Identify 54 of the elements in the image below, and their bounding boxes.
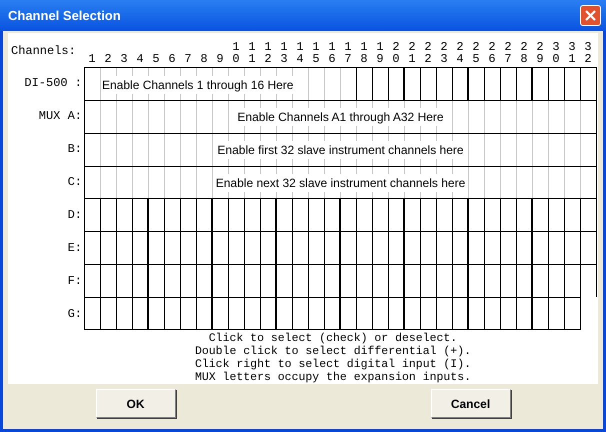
row-label: G: <box>68 306 82 323</box>
instruction-text: Double click to select differential (+). <box>194 345 472 358</box>
channel-number: 12 <box>263 40 273 65</box>
channel-number: 25 <box>471 40 481 65</box>
channel-number: 20 <box>391 40 401 65</box>
channel-number: 5 <box>151 52 161 65</box>
channel-number: 24 <box>455 40 465 65</box>
cancel-button[interactable]: Cancel <box>430 389 510 418</box>
channel-number: 23 <box>439 40 449 65</box>
channel-number: 11 <box>247 40 257 65</box>
channel-number: 30 <box>551 40 561 65</box>
channel-number: 21 <box>407 40 417 65</box>
instruction-text: Click right to select digital input (I). <box>194 358 472 372</box>
channel-number: 8 <box>199 52 209 65</box>
channel-number: 2 <box>103 52 113 65</box>
channel-number: 28 <box>519 40 529 65</box>
row-hint: Enable Channels A1 through A32 Here <box>236 108 445 126</box>
channel-number: 27 <box>503 40 513 65</box>
row-label: F: <box>68 272 82 290</box>
channel-number: 7 <box>183 52 193 65</box>
row-label: C: <box>68 174 82 192</box>
close-icon <box>585 10 596 21</box>
close-button[interactable] <box>580 5 601 26</box>
channel-number: 18 <box>359 40 369 65</box>
channel-number: 10 <box>231 40 241 65</box>
channel-number: 32 <box>583 40 593 65</box>
row-label: MUX A: <box>38 108 82 126</box>
channel-number: 19 <box>375 40 385 65</box>
channel-number: 16 <box>327 40 337 65</box>
row-hint: Enable next 32 slave instrument channels here <box>214 174 466 192</box>
row-label: B: <box>68 141 82 158</box>
channel-number: 15 <box>311 40 321 65</box>
channels-label: Channels: <box>11 44 76 58</box>
channel-number: 9 <box>215 52 225 65</box>
ok-button[interactable]: OK <box>96 389 176 418</box>
channel-number: 13 <box>279 40 289 65</box>
channel-number: 29 <box>535 40 545 65</box>
row-hint: Enable Channels 1 through 16 Here <box>101 76 294 94</box>
row-label: D: <box>68 206 82 224</box>
window-title: Channel Selection <box>8 6 121 25</box>
channel-number: 17 <box>343 40 353 65</box>
channel-number: 6 <box>167 52 177 65</box>
channel-number: 26 <box>487 40 497 65</box>
instruction-text: MUX letters occupy the expansion inputs. <box>194 371 472 384</box>
channel-number: 4 <box>135 52 145 65</box>
channel-number: 22 <box>423 40 433 65</box>
row-hint: Enable first 32 slave instrument channels here <box>216 140 465 159</box>
row-label: DI-500 : <box>24 75 82 92</box>
channel-number: 31 <box>567 40 577 65</box>
channel-number: 14 <box>295 40 305 65</box>
channel-number: 1 <box>87 52 97 65</box>
channel-number: 3 <box>119 52 129 65</box>
instruction-text: Click to select (check) or deselect. <box>208 332 458 346</box>
row-label: E: <box>68 240 82 257</box>
